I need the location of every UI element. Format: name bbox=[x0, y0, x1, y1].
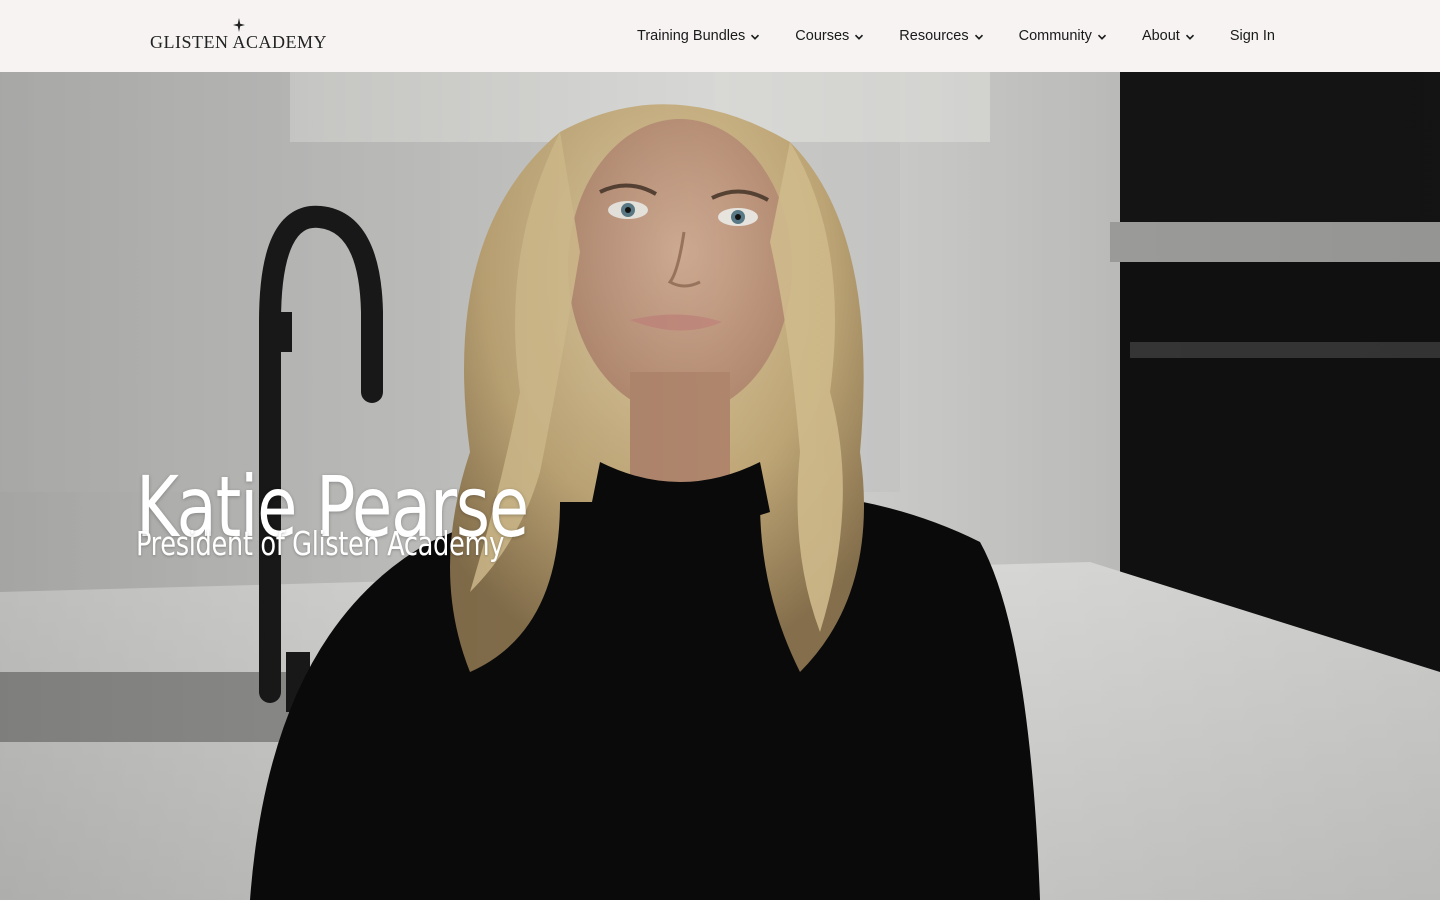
chevron-down-icon bbox=[974, 34, 983, 40]
glisten-academy-logo[interactable]: GLISTEN ACADEMY bbox=[150, 18, 330, 52]
hero-section: Katie Pearse President of Glisten Academ… bbox=[0, 72, 1440, 900]
main-nav: Training Bundles Courses Resources Commu… bbox=[637, 0, 1275, 72]
nav-label: Resources bbox=[899, 28, 969, 44]
nav-label: About bbox=[1141, 28, 1180, 44]
nav-training-bundles[interactable]: Training Bundles bbox=[637, 28, 760, 44]
sign-in-link[interactable]: Sign In bbox=[1230, 28, 1275, 44]
sparkle-icon bbox=[233, 18, 245, 32]
nav-courses[interactable]: Courses bbox=[795, 28, 864, 44]
chevron-down-icon bbox=[751, 34, 760, 40]
nav-label: Training Bundles bbox=[637, 28, 746, 44]
chevron-down-icon bbox=[1185, 34, 1194, 40]
site-header: GLISTEN ACADEMY Training Bundles Courses… bbox=[0, 0, 1440, 72]
nav-label: Community bbox=[1018, 28, 1092, 44]
nav-community[interactable]: Community bbox=[1019, 28, 1107, 44]
nav-label: Courses bbox=[795, 28, 850, 44]
logo-text: GLISTEN ACADEMY bbox=[150, 32, 327, 52]
nav-resources[interactable]: Resources bbox=[899, 28, 983, 44]
chevron-down-icon bbox=[855, 34, 864, 40]
hero-subtitle: President of Glisten Academy bbox=[136, 524, 504, 563]
nav-about[interactable]: About bbox=[1142, 28, 1195, 44]
chevron-down-icon bbox=[1097, 34, 1107, 40]
